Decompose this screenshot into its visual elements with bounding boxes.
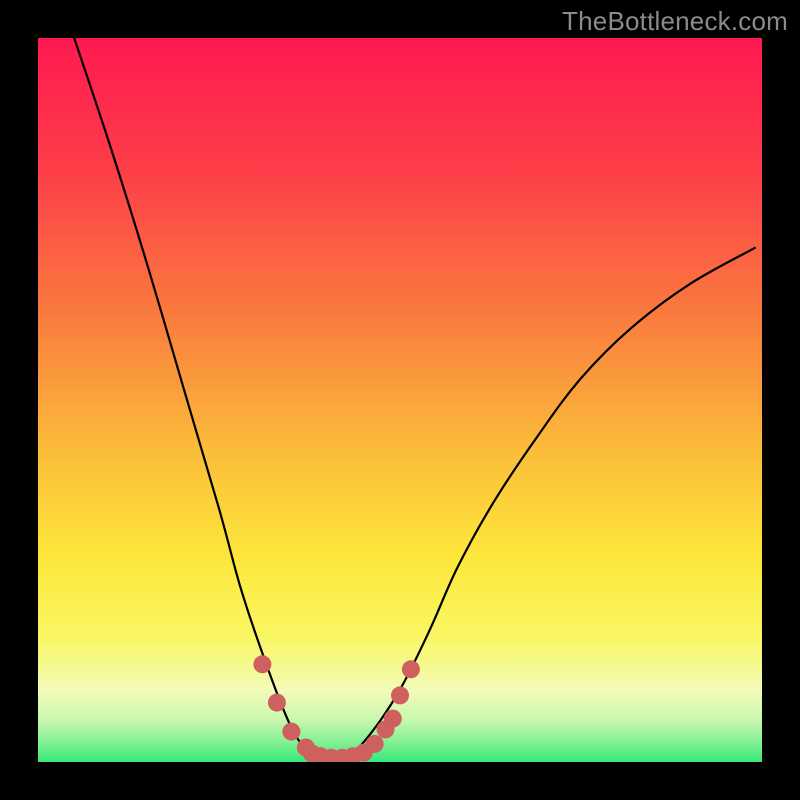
highlight-marker xyxy=(402,660,420,678)
bottleneck-curve xyxy=(74,38,755,758)
curve-layer xyxy=(38,38,762,762)
highlight-marker xyxy=(366,735,384,753)
highlight-marker xyxy=(253,655,271,673)
highlight-markers xyxy=(253,655,420,762)
highlight-marker xyxy=(268,694,286,712)
plot-area xyxy=(38,38,762,762)
highlight-marker xyxy=(391,686,409,704)
watermark-text: TheBottleneck.com xyxy=(562,6,788,37)
highlight-marker xyxy=(384,710,402,728)
highlight-marker xyxy=(282,723,300,741)
chart-frame: TheBottleneck.com xyxy=(0,0,800,800)
